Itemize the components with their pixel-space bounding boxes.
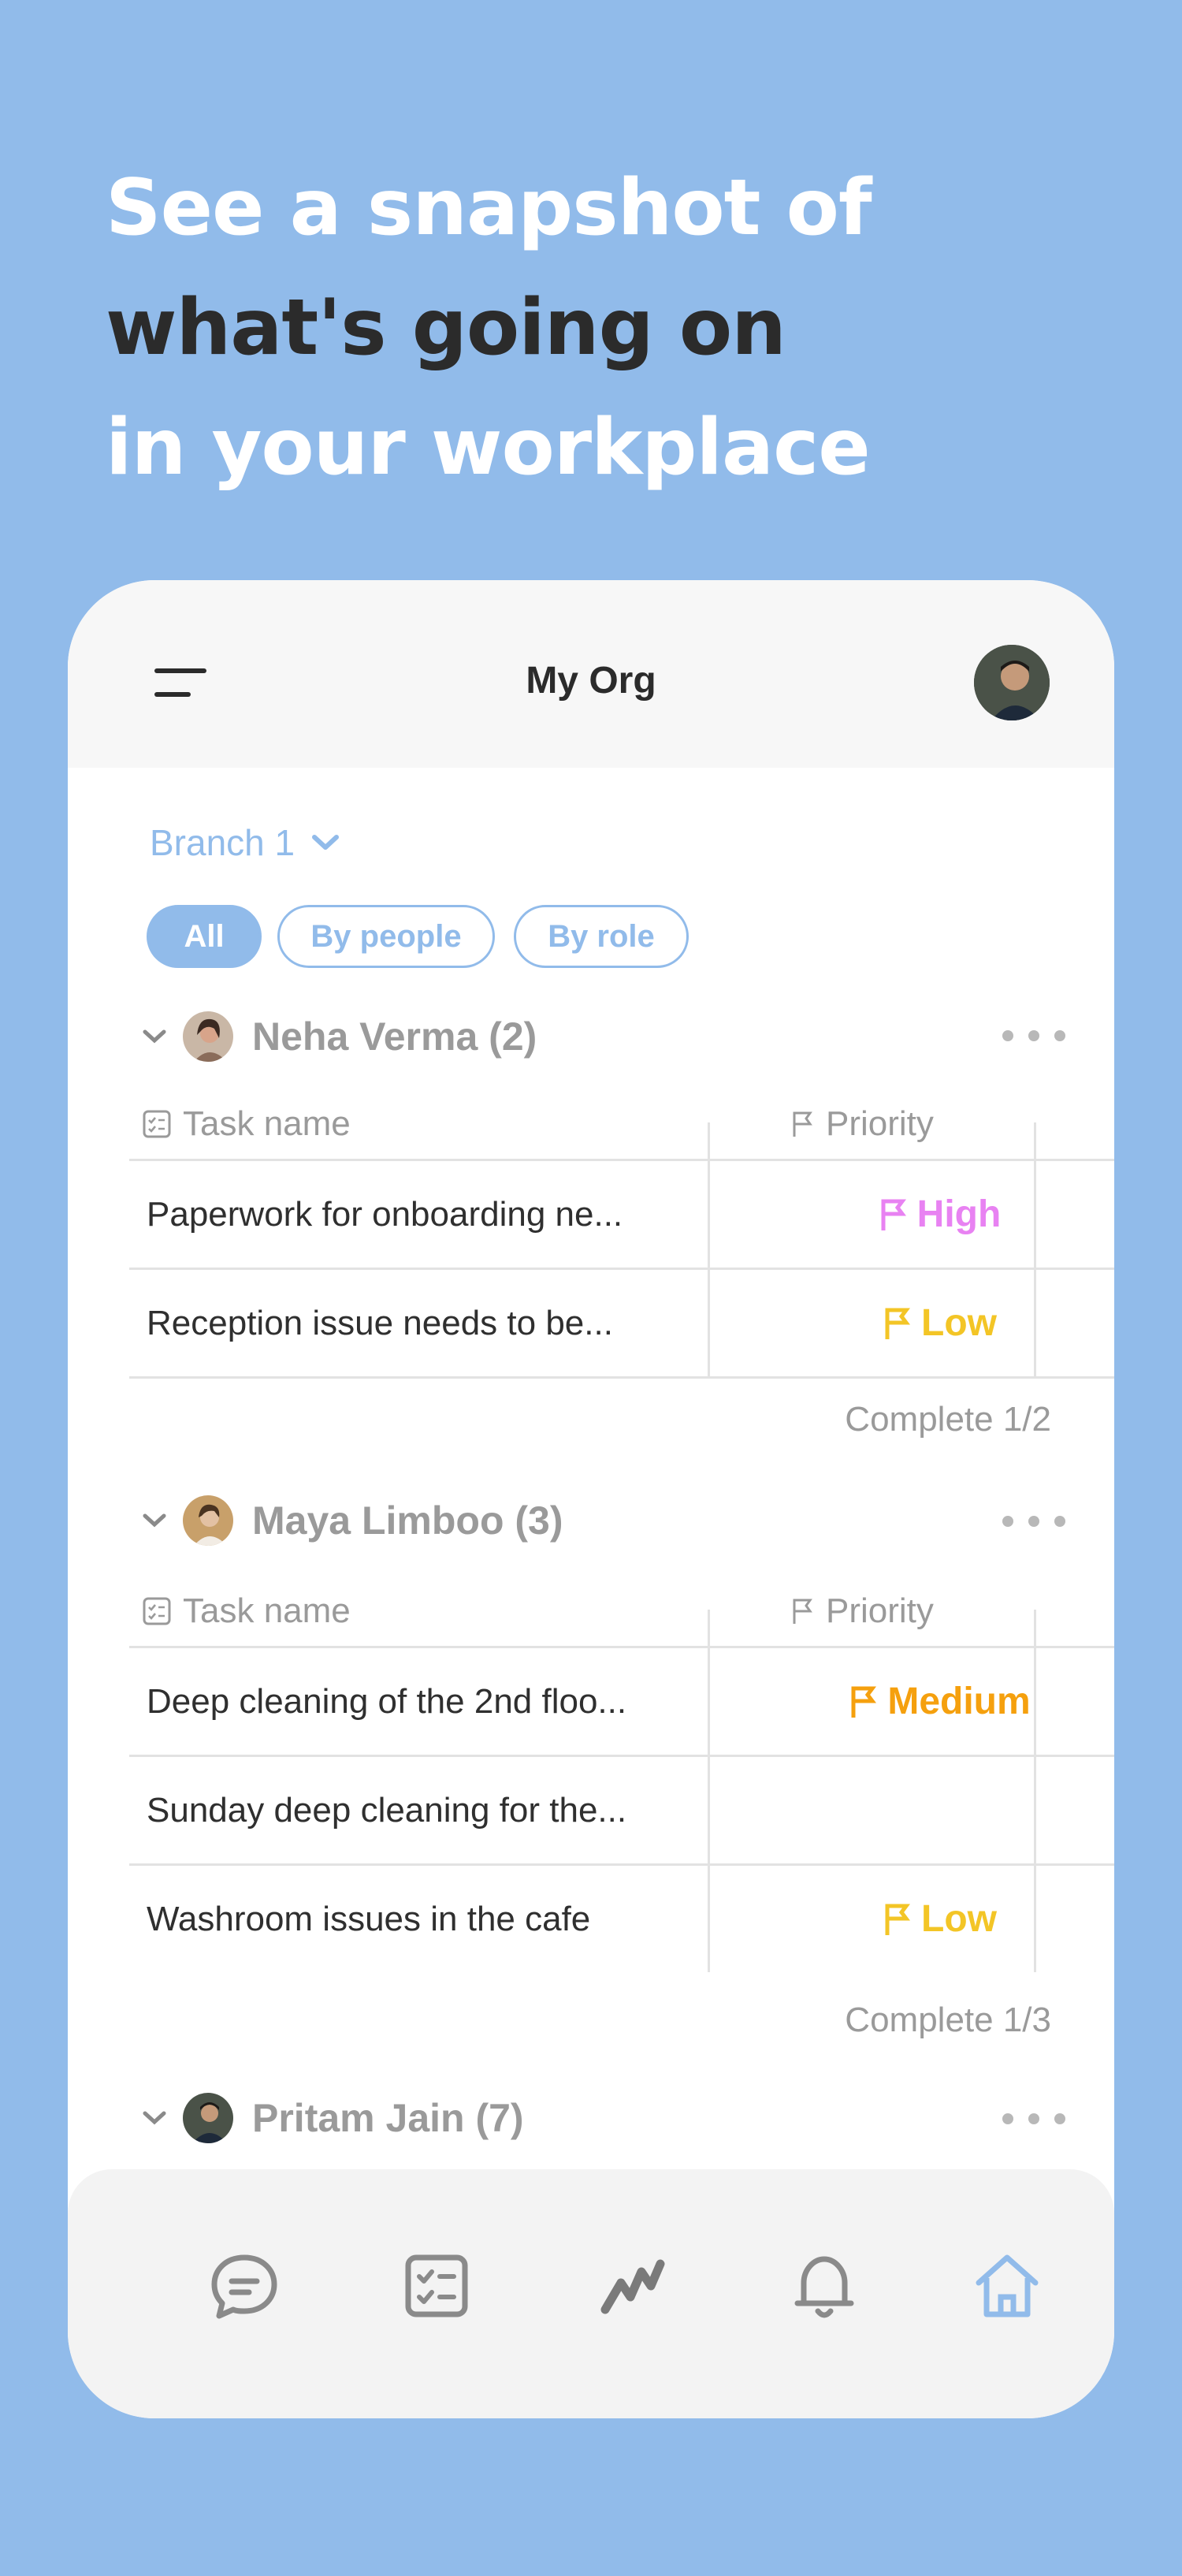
priority-badge: High bbox=[775, 1161, 1105, 1268]
chevron-down-icon bbox=[143, 2111, 166, 2125]
group-header-maya-limboo[interactable]: Maya Limboo (3) bbox=[139, 1493, 563, 1548]
filter-all-chip[interactable]: All bbox=[147, 905, 262, 968]
more-options-icon[interactable] bbox=[1002, 2111, 1065, 2127]
filter-by-role-chip[interactable]: By role bbox=[514, 905, 689, 968]
group-header-pritam-jain[interactable]: Pritam Jain (7) bbox=[139, 2090, 524, 2146]
chevron-down-icon bbox=[143, 1029, 166, 1044]
flag-icon bbox=[793, 1599, 812, 1624]
column-task-name: Task name bbox=[183, 1104, 351, 1143]
headline: See a snapshot of what's going on in you… bbox=[106, 148, 872, 508]
flag-icon bbox=[881, 1199, 906, 1230]
priority-label: Low bbox=[921, 1302, 997, 1344]
page-title: My Org bbox=[526, 660, 656, 702]
divider bbox=[129, 1376, 1114, 1379]
phone-frame: My Org Branch 1 All By people By role Ne… bbox=[68, 580, 1114, 2418]
user-avatar[interactable] bbox=[974, 645, 1050, 720]
complete-count: Complete 1/2 bbox=[845, 1400, 1051, 1439]
bottom-nav bbox=[68, 2169, 1114, 2418]
table-row[interactable]: Reception issue needs to be... Low bbox=[129, 1268, 1114, 1376]
priority-label: Medium bbox=[887, 1681, 1031, 1722]
group-name: Maya Limboo (3) bbox=[252, 1498, 563, 1543]
priority-badge: Low bbox=[775, 1270, 1105, 1376]
table-row[interactable]: Paperwork for onboarding ne... High bbox=[129, 1159, 1114, 1268]
home-icon[interactable] bbox=[969, 2248, 1045, 2324]
divider bbox=[708, 1122, 710, 1378]
chat-icon[interactable] bbox=[206, 2248, 282, 2324]
group-name: Pritam Jain (7) bbox=[252, 2096, 524, 2140]
headline-line-2: what's going on bbox=[106, 283, 786, 373]
task-name: Reception issue needs to be... bbox=[147, 1303, 613, 1342]
more-options-icon[interactable] bbox=[1002, 1513, 1065, 1529]
flag-icon bbox=[885, 1904, 910, 1935]
chevron-down-icon bbox=[312, 835, 340, 850]
priority-badge: Low bbox=[775, 1866, 1105, 1972]
headline-line-1: See a snapshot of bbox=[106, 163, 872, 253]
priority-badge: Medium bbox=[775, 1648, 1105, 1755]
task-name: Washroom issues in the cafe bbox=[147, 1899, 591, 1938]
group-header-neha-verma[interactable]: Neha Verma (2) bbox=[139, 1009, 537, 1064]
column-priority: Priority bbox=[826, 1104, 934, 1143]
priority-badge bbox=[775, 1757, 1105, 1863]
activity-icon[interactable] bbox=[594, 2248, 670, 2324]
priority-label: High bbox=[916, 1193, 1002, 1235]
divider bbox=[708, 1610, 710, 1972]
task-name: Deep cleaning of the 2nd floo... bbox=[147, 1681, 627, 1721]
task-name: Sunday deep cleaning for the... bbox=[147, 1790, 627, 1830]
avatar bbox=[183, 1495, 233, 1546]
flag-icon bbox=[851, 1686, 877, 1718]
more-options-icon[interactable] bbox=[1002, 1028, 1065, 1044]
column-task-name: Task name bbox=[183, 1591, 351, 1630]
task-name: Paperwork for onboarding ne... bbox=[147, 1194, 623, 1234]
table-row[interactable]: Washroom issues in the cafe Low bbox=[129, 1863, 1114, 1972]
tasks-checklist-icon[interactable] bbox=[399, 2248, 474, 2324]
priority-label: Low bbox=[921, 1898, 997, 1940]
avatar bbox=[183, 2093, 233, 2143]
filter-by-people-chip[interactable]: By people bbox=[277, 905, 495, 968]
group-name: Neha Verma (2) bbox=[252, 1014, 537, 1059]
complete-count: Complete 1/3 bbox=[845, 2001, 1051, 2039]
divider bbox=[1034, 1610, 1036, 1972]
top-bar: My Org bbox=[68, 580, 1114, 768]
headline-line-3: in your workplace bbox=[106, 403, 871, 493]
table-row[interactable]: Deep cleaning of the 2nd floo... Medium bbox=[129, 1646, 1114, 1755]
table-row[interactable]: Sunday deep cleaning for the... bbox=[129, 1755, 1114, 1863]
flag-icon bbox=[885, 1308, 910, 1339]
branch-selector[interactable]: Branch 1 bbox=[150, 821, 340, 864]
flag-icon bbox=[793, 1111, 812, 1137]
divider bbox=[1034, 1122, 1036, 1378]
bell-icon[interactable] bbox=[786, 2248, 862, 2324]
checklist-icon bbox=[143, 1597, 171, 1625]
checklist-icon bbox=[143, 1110, 171, 1138]
chevron-down-icon bbox=[143, 1513, 166, 1528]
table-header: Task name Priority P bbox=[129, 1085, 1114, 1163]
avatar bbox=[183, 1011, 233, 1062]
column-priority: Priority bbox=[826, 1591, 934, 1630]
branch-label: Branch 1 bbox=[150, 822, 296, 863]
table-header: Task name Priority P bbox=[129, 1572, 1114, 1651]
